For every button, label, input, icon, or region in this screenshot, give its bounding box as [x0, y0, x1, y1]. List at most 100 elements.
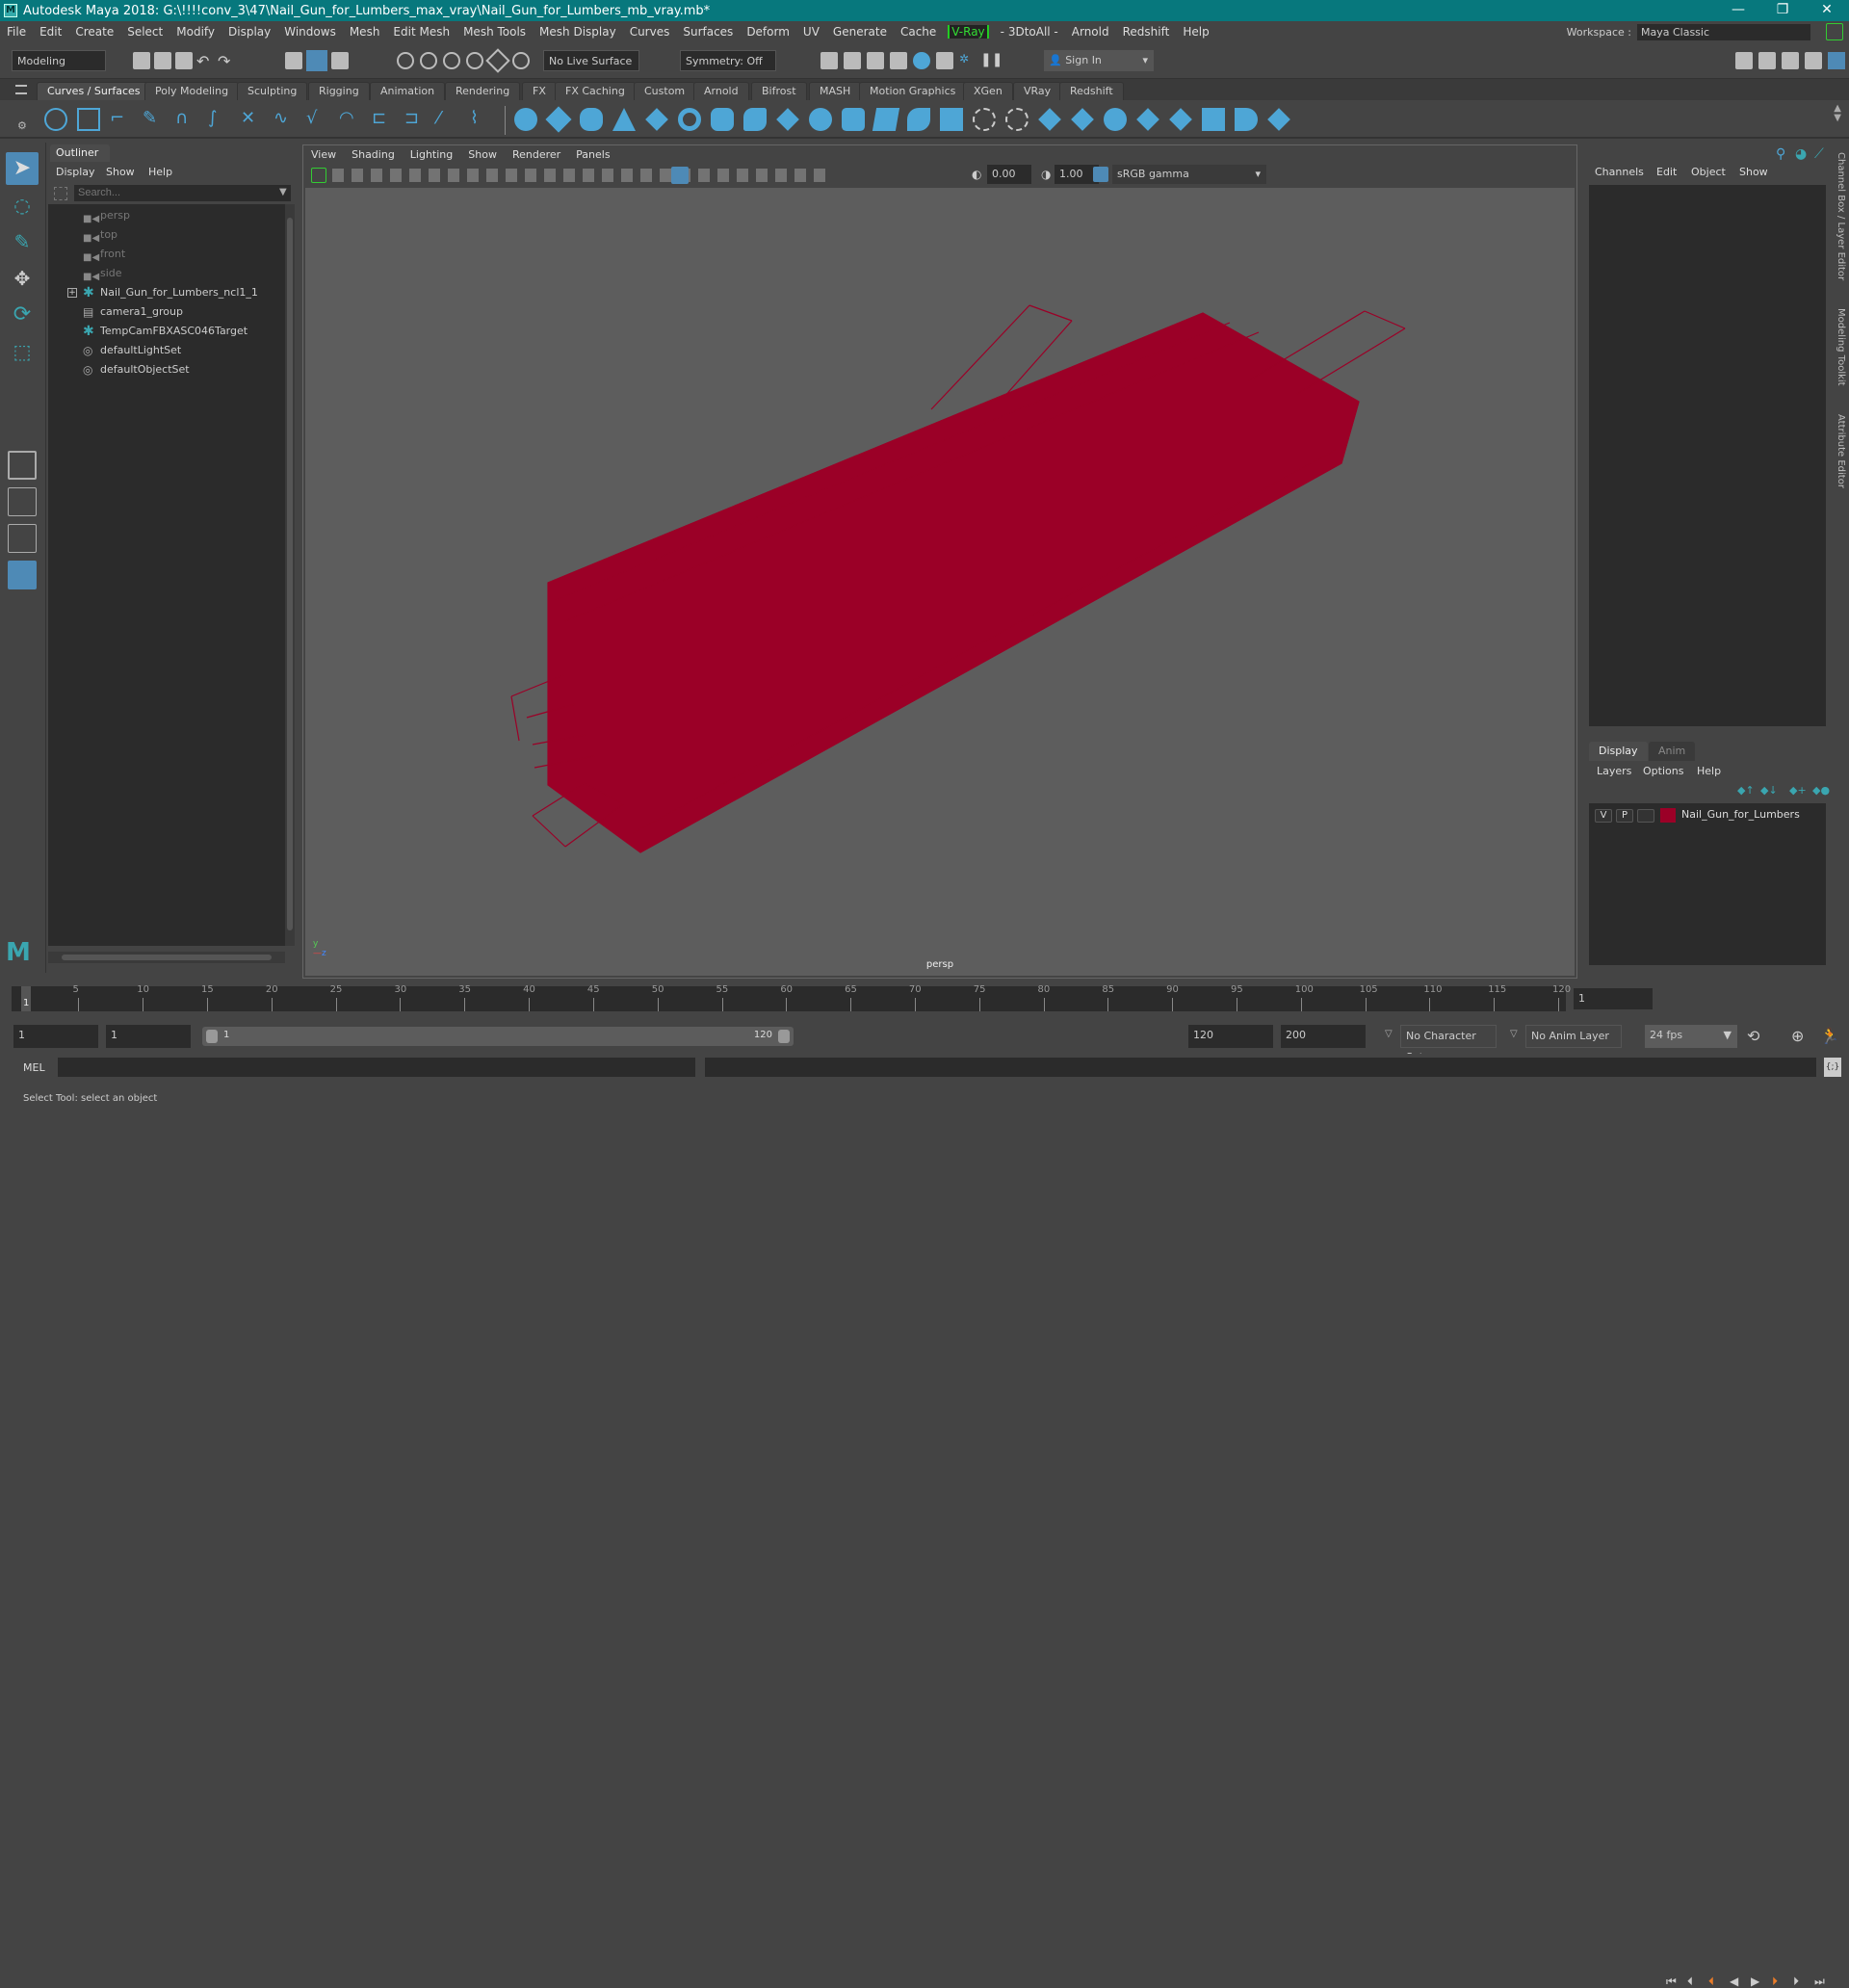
viewport-menu-lighting[interactable]: Lighting — [403, 145, 460, 165]
channel-box-toggle-icon[interactable] — [1805, 52, 1822, 69]
shelf-tab-custom[interactable]: Custom — [634, 82, 696, 100]
shelf-tab-fx[interactable]: FX — [522, 82, 557, 100]
snap-view-plane-icon[interactable] — [466, 52, 483, 69]
layer-tab-display[interactable]: Display — [1589, 742, 1648, 761]
ipr-render-icon[interactable] — [867, 52, 884, 69]
reverse-curve-icon[interactable]: ⊐ — [404, 108, 428, 131]
animation-preferences-icon[interactable]: 🏃 — [1820, 1027, 1839, 1045]
planar-icon[interactable] — [776, 108, 799, 131]
nurbs-cube-icon[interactable] — [545, 106, 572, 133]
shelf-tab-mash[interactable]: MASH — [809, 82, 862, 100]
menu-help[interactable]: Help — [1176, 25, 1215, 39]
layer-visibility-toggle[interactable]: V — [1595, 809, 1612, 823]
outliner-horizontal-scrollbar[interactable] — [48, 952, 285, 963]
render-frame-icon[interactable] — [820, 52, 838, 69]
extrude-icon[interactable] — [809, 108, 832, 131]
intersect-surface-icon[interactable] — [1071, 108, 1094, 131]
shelf-tab-curves-surfaces[interactable]: Curves / Surfaces — [37, 82, 151, 100]
untrim-icon[interactable] — [1005, 108, 1029, 131]
scale-tool-icon[interactable]: ⬚ — [6, 335, 39, 368]
outliner-tab[interactable]: Outliner — [50, 144, 110, 162]
outliner-item-persp[interactable]: ■◀ persp — [48, 206, 285, 225]
layer-tab-anim[interactable]: Anim — [1649, 742, 1696, 761]
animation-end-field[interactable]: 200 — [1281, 1025, 1366, 1048]
outliner-vertical-scrollbar[interactable] — [285, 204, 295, 946]
play-forwards-icon[interactable]: ▶ — [1751, 1975, 1762, 1988]
maximize-button[interactable]: ❐ — [1760, 0, 1805, 21]
axis-icon[interactable]: ⟋ — [1814, 146, 1824, 162]
snap-surface-icon[interactable] — [485, 48, 510, 73]
exposure-field[interactable]: 0.00 — [987, 165, 1031, 184]
range-end-handle[interactable] — [778, 1030, 790, 1043]
bezier-curve-icon[interactable]: ∫ — [208, 108, 231, 131]
menu-edit-mesh[interactable]: Edit Mesh — [386, 25, 456, 39]
viewport-menu-panels[interactable]: Panels — [568, 145, 617, 165]
viewport-menu-show[interactable]: Show — [460, 145, 505, 165]
script-language-toggle[interactable]: MEL — [23, 1061, 45, 1074]
menu-windows[interactable]: Windows — [277, 25, 343, 39]
menu-uv[interactable]: UV — [796, 25, 826, 39]
step-forward-frame-icon[interactable]: ⏵ — [1772, 1975, 1784, 1988]
shelf-tab-animation[interactable]: Animation — [370, 82, 446, 100]
play-backwards-icon[interactable]: ◀ — [1730, 1975, 1741, 1988]
select-hierarchy-icon[interactable] — [285, 52, 302, 69]
curve-intersect-icon[interactable]: ✕ — [241, 108, 264, 131]
new-layer-selected-icon[interactable]: ◆● — [1812, 784, 1830, 797]
menu-arnold[interactable]: Arnold — [1065, 25, 1116, 39]
render-settings-icon[interactable] — [890, 52, 907, 69]
shelf-tab-rendering[interactable]: Rendering — [445, 82, 521, 100]
hypershade-icon[interactable] — [913, 52, 930, 69]
fps-dropdown[interactable]: 24 fps ▼ — [1645, 1025, 1737, 1048]
character-set-dropdown[interactable]: No Character Set — [1400, 1025, 1497, 1063]
snap-pivot-icon[interactable] — [512, 52, 530, 69]
trim-tool-icon[interactable] — [973, 108, 996, 131]
menu-curves[interactable]: Curves — [623, 25, 677, 39]
pencil-curve-icon[interactable]: ✎ — [143, 108, 166, 131]
attribute-editor-icon[interactable] — [1758, 52, 1776, 69]
channelbox-menu-channels[interactable]: Channels — [1595, 166, 1644, 178]
shelf-tab-bifrost[interactable]: Bifrost — [751, 82, 807, 100]
outliner-item-nail-gun[interactable]: + ✱ Nail_Gun_for_Lumbers_ncl1_1 — [48, 283, 285, 302]
cv-curve-icon[interactable]: ⌐ — [110, 108, 133, 131]
menu-mesh-tools[interactable]: Mesh Tools — [456, 25, 533, 39]
light-editor-icon[interactable]: ✲ — [959, 52, 977, 69]
viewport-tool-icons[interactable] — [332, 169, 833, 182]
nurbs-plane-icon[interactable] — [645, 108, 668, 131]
align-surface-icon[interactable] — [1202, 108, 1225, 131]
square-surface-icon[interactable] — [907, 108, 930, 131]
render-view-icon[interactable] — [936, 52, 953, 69]
boundary-icon[interactable] — [872, 108, 900, 131]
shelf-settings-icon[interactable]: ⚙ — [17, 119, 27, 132]
auto-key-icon[interactable]: ⊕ — [1791, 1027, 1804, 1045]
lasso-tool-icon[interactable]: ◌ — [6, 189, 39, 222]
channelbox-menu-object[interactable]: Object — [1691, 166, 1726, 178]
step-back-key-icon[interactable]: ⏴ — [1687, 1975, 1699, 1988]
detach-surface-icon[interactable] — [1136, 108, 1159, 131]
modeling-toolkit-icon[interactable] — [1735, 52, 1753, 69]
ep-curve-icon[interactable]: ∩ — [175, 108, 198, 131]
nurbs-circle-icon[interactable] — [44, 108, 67, 131]
menu-display[interactable]: Display — [221, 25, 277, 39]
wireframe-shading-icon[interactable] — [671, 167, 689, 184]
menu-generate[interactable]: Generate — [826, 25, 894, 39]
step-forward-key-icon[interactable]: ⏵ — [1793, 1975, 1805, 1988]
outliner-item-side[interactable]: ■◀ side — [48, 264, 285, 283]
rotate-tool-icon[interactable]: ⟳ — [6, 299, 39, 331]
redo-icon[interactable]: ↷ — [218, 52, 235, 70]
nurbs-cylinder-icon[interactable] — [580, 108, 603, 131]
menu-redshift[interactable]: Redshift — [1116, 25, 1177, 39]
shelf-tab-poly-modeling[interactable]: Poly Modeling — [144, 82, 240, 100]
outliner-menu-help[interactable]: Help — [148, 164, 172, 181]
timeline-bar[interactable]: 1 5 10 15 20 25 30 35 40 45 50 55 60 65 70 75 80 85 90 95 1… — [12, 984, 1571, 1011]
nurbs-cone-icon[interactable] — [612, 108, 636, 131]
bevel-plus-icon[interactable] — [940, 108, 963, 131]
color-management-icon[interactable] — [1093, 167, 1108, 182]
four-view-layout-icon[interactable] — [8, 487, 37, 516]
range-start-handle[interactable] — [206, 1030, 218, 1043]
menu-select[interactable]: Select — [120, 25, 169, 39]
minimize-button[interactable]: — — [1716, 0, 1760, 21]
select-component-icon[interactable] — [331, 52, 349, 69]
playback-end-field[interactable]: 120 — [1188, 1025, 1273, 1048]
snap-point-icon[interactable] — [443, 52, 460, 69]
speed-icon[interactable]: ◕ — [1795, 146, 1807, 162]
